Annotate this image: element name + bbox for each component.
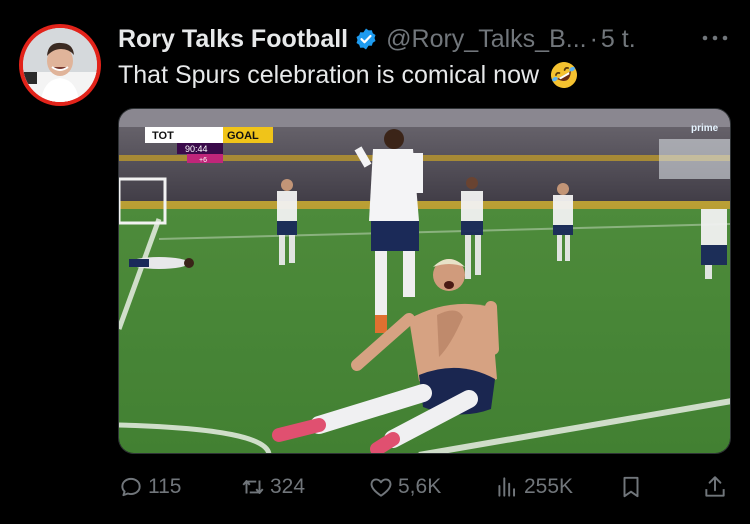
- reply-button[interactable]: 115: [118, 474, 181, 500]
- tweet-header: Rory Talks Football @Rory_Talks_B... · 5…: [118, 22, 734, 56]
- tweet-card[interactable]: Rory Talks Football @Rory_Talks_B... · 5…: [0, 0, 750, 524]
- share-icon: [705, 476, 725, 497]
- tweet-text: That Spurs celebration is comical now: [118, 60, 579, 90]
- tweet-time[interactable]: 5 t.: [601, 25, 636, 54]
- like-button[interactable]: 5,6K: [368, 474, 441, 500]
- author-handle[interactable]: @Rory_Talks_B...: [386, 25, 586, 54]
- verified-badge-icon: [356, 28, 376, 50]
- more-dots-icon[interactable]: [700, 30, 730, 46]
- share-button[interactable]: [702, 474, 732, 500]
- retweet-icon: [242, 480, 264, 494]
- tweet-body: That Spurs celebration is comical now: [118, 60, 540, 89]
- avatar-photo: [23, 28, 97, 102]
- bookmark-button[interactable]: [618, 474, 648, 500]
- reply-count: 115: [148, 475, 182, 498]
- avatar[interactable]: [19, 24, 101, 106]
- scoreboard-added: +6: [199, 157, 207, 164]
- tweet-actions: 115 324 5,6K 255K: [118, 470, 730, 506]
- bookmark-icon: [623, 476, 639, 498]
- rolling-laughing-emoji: [551, 62, 578, 88]
- broadcaster-logo: prime: [691, 123, 719, 134]
- scoreboard-event: GOAL: [227, 130, 259, 142]
- scoreboard-home: TOT: [152, 130, 174, 142]
- reply-bubble-icon: [121, 477, 141, 497]
- display-name[interactable]: Rory Talks Football: [118, 25, 348, 54]
- scoreboard-clock: 90:44: [185, 144, 208, 154]
- separator-dot: ·: [589, 24, 598, 53]
- like-count: 5,6K: [398, 475, 442, 498]
- heart-icon: [370, 478, 392, 497]
- retweet-button[interactable]: 324: [240, 474, 305, 500]
- retweet-count: 324: [270, 475, 306, 498]
- views-count: 255K: [524, 475, 574, 498]
- tweet-media-image[interactable]: TOT GOAL 90:44 +6 prime: [118, 108, 731, 454]
- views-button[interactable]: 255K: [494, 474, 573, 500]
- views-chart-icon: [498, 477, 516, 497]
